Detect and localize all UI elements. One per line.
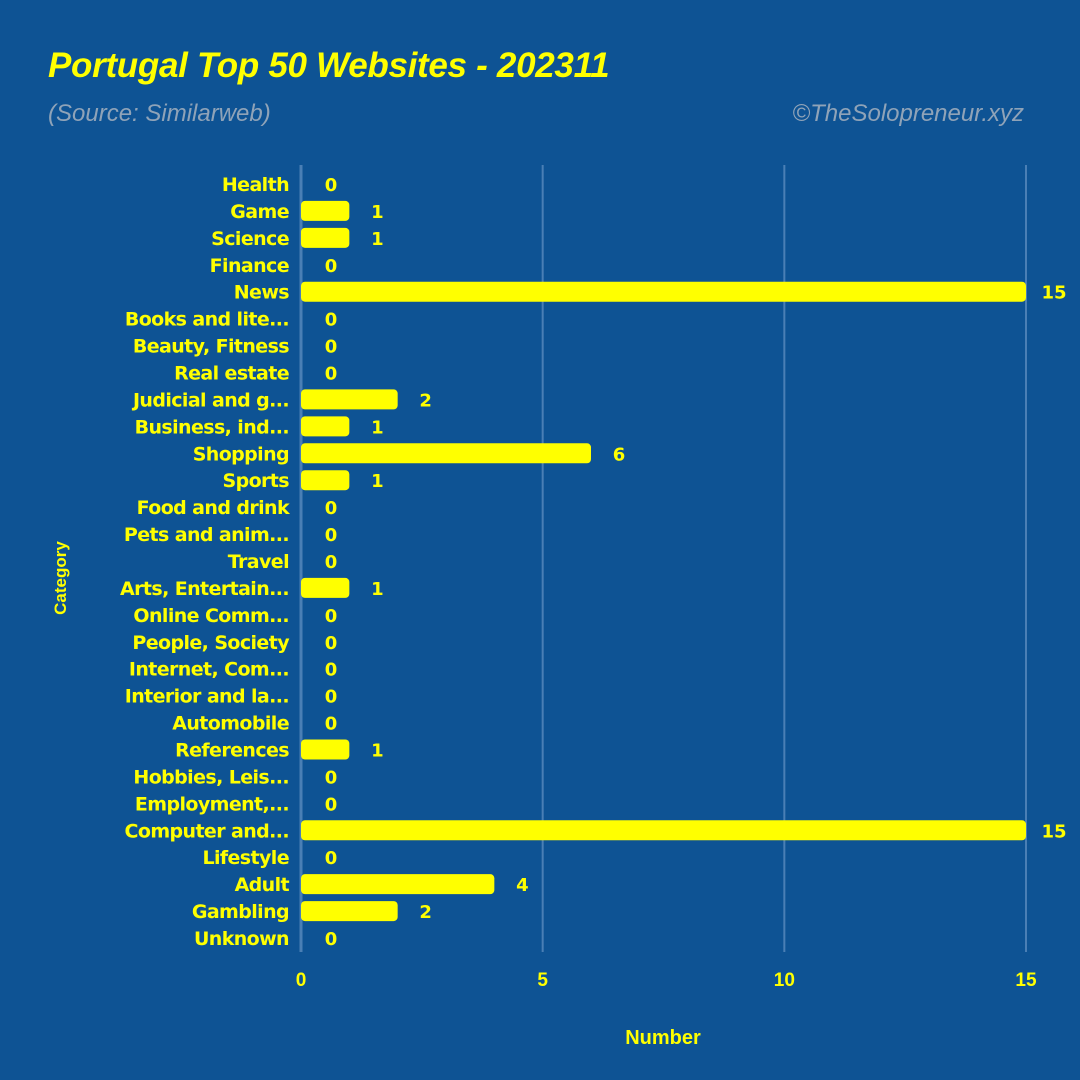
category-label: Hobbies, Leis...: [133, 766, 289, 788]
value-label: 0: [325, 660, 338, 681]
value-label: 0: [325, 175, 338, 196]
category-label: Online Comm...: [133, 605, 289, 627]
category-label: Game: [230, 201, 289, 223]
x-tick-label: 10: [774, 970, 795, 991]
category-label: Real estate: [174, 363, 289, 385]
category-label: People, Society: [132, 632, 290, 654]
value-label: 0: [325, 364, 338, 385]
bar: [301, 200, 350, 221]
category-label: Shopping: [193, 443, 289, 465]
x-tick-label: 15: [1015, 970, 1037, 991]
category-label: Lifestyle: [202, 847, 289, 869]
value-label: 2: [419, 902, 432, 923]
value-label: 1: [371, 471, 384, 492]
value-label: 0: [325, 498, 338, 519]
bar: [301, 820, 1026, 841]
value-label: 15: [1041, 821, 1066, 842]
category-label: Employment,...: [135, 793, 289, 815]
category-label: Arts, Entertain...: [120, 578, 289, 600]
bars: [301, 200, 1026, 922]
x-tick-label: 0: [296, 970, 307, 991]
bar: [301, 901, 398, 922]
value-label: 0: [325, 794, 338, 815]
value-label: 0: [325, 848, 338, 869]
category-label: News: [234, 282, 290, 304]
value-label: 1: [371, 229, 384, 250]
bar: [301, 470, 350, 491]
category-label: Books and lite...: [125, 309, 289, 331]
x-axis-title: Number: [625, 1027, 701, 1049]
category-label: Science: [211, 228, 289, 250]
value-label: 2: [419, 390, 432, 411]
bar: [301, 577, 350, 598]
category-label: Pets and anim...: [124, 524, 289, 546]
category-label: Gambling: [192, 901, 289, 923]
value-label: 0: [325, 525, 338, 546]
category-label: Finance: [210, 255, 289, 277]
bar: [301, 227, 350, 248]
y-axis-title: Category: [51, 541, 70, 615]
x-tick-label: 5: [537, 970, 548, 991]
category-label: Sports: [223, 470, 290, 492]
value-label: 1: [371, 202, 384, 223]
bar: [301, 389, 398, 410]
bar: [301, 874, 495, 895]
value-label: 0: [325, 767, 338, 788]
bar: [301, 281, 1026, 302]
value-label: 6: [613, 444, 626, 465]
value-label: 15: [1041, 283, 1066, 304]
category-label: Beauty, Fitness: [133, 336, 289, 358]
value-label: 1: [371, 417, 384, 438]
category-label: Automobile: [172, 713, 289, 735]
x-tick-labels: 0 5 10 15: [296, 970, 1037, 991]
value-label: 4: [516, 875, 529, 896]
value-label: 0: [325, 929, 338, 950]
category-label: Adult: [235, 874, 290, 896]
value-label: 0: [325, 310, 338, 331]
value-label: 0: [325, 687, 338, 708]
value-label: 0: [325, 337, 338, 358]
category-label: References: [175, 740, 289, 762]
category-label: Computer and...: [125, 820, 289, 842]
bar: [301, 443, 591, 464]
value-label: 0: [325, 256, 338, 277]
category-label: Unknown: [194, 928, 289, 950]
value-label: 1: [371, 741, 384, 762]
value-label: 0: [325, 633, 338, 654]
category-label: Internet, Com...: [129, 659, 289, 681]
bar: [301, 416, 350, 437]
category-label: Business, ind...: [135, 416, 289, 438]
value-label: 0: [325, 552, 338, 573]
category-label: Health: [222, 174, 289, 196]
category-labels: Health Game Science Finance News Books and li…: [120, 174, 291, 950]
category-label: Judicial and g...: [131, 389, 289, 411]
value-label: 1: [371, 579, 384, 600]
value-label: 0: [325, 606, 338, 627]
category-label: Food and drink: [137, 497, 290, 519]
value-label: 0: [325, 714, 338, 735]
category-label: Travel: [228, 551, 289, 573]
category-label: Interior and la...: [125, 686, 289, 708]
bar: [301, 739, 350, 760]
bar-chart: Health Game Science Finance News Books and li…: [51, 165, 1067, 1049]
